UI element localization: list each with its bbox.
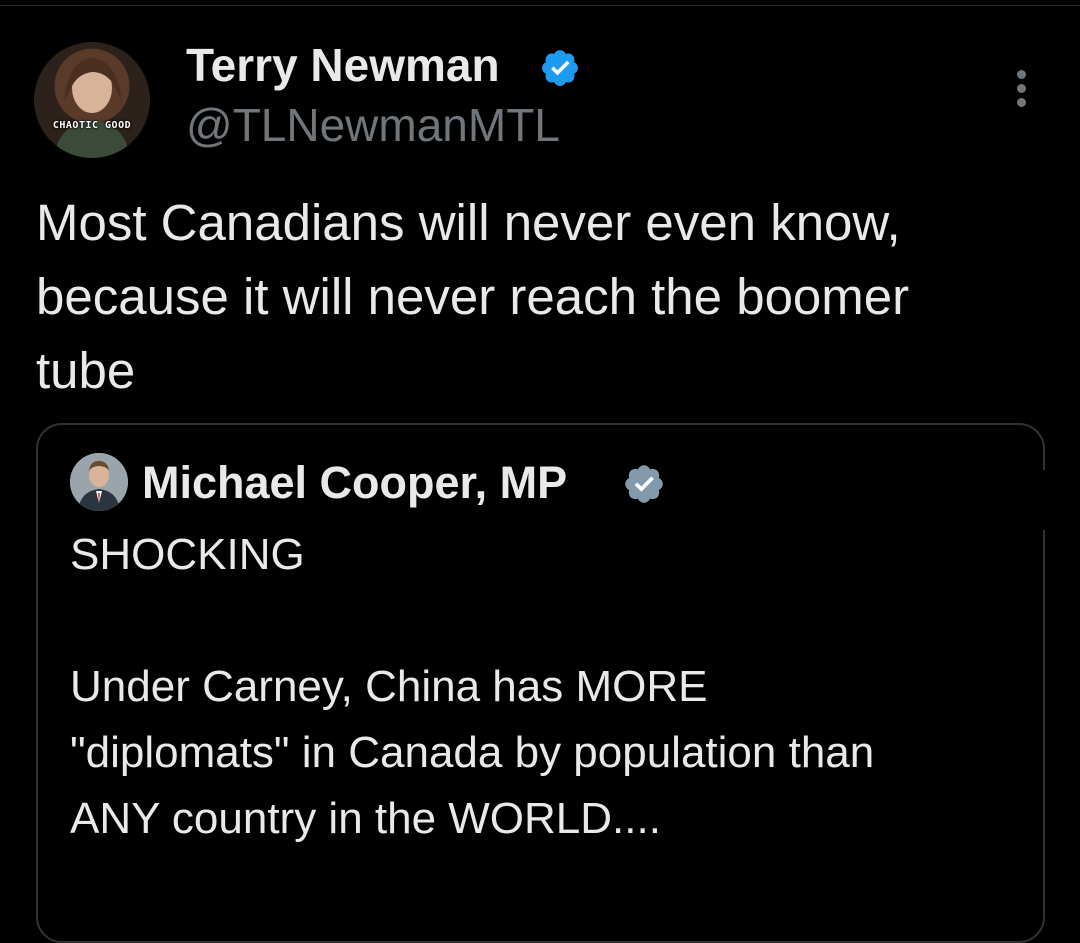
top-divider [0, 5, 1080, 6]
author-avatar[interactable]: CHAOTIC GOOD [34, 42, 150, 158]
tweet-text: Most Canadians will never even know, bec… [36, 194, 910, 399]
avatar-portrait [54, 58, 130, 158]
more-vertical-icon [1017, 70, 1026, 79]
quoted-author-display-name[interactable]: Michael Cooper, MP [142, 455, 567, 511]
author-display-name[interactable]: Terry Newman [186, 38, 500, 92]
verified-badge-icon [542, 50, 578, 86]
more-vertical-icon-dot [1017, 98, 1026, 107]
redacted-area [885, 470, 1045, 530]
verified-gray-badge-icon [625, 465, 663, 503]
more-options-button[interactable] [1004, 66, 1040, 110]
avatar-caption: CHAOTIC GOOD [52, 120, 132, 131]
quoted-author-avatar[interactable] [70, 453, 128, 511]
more-vertical-icon-dot [1017, 84, 1026, 93]
quoted-tweet-text: SHOCKING Under Carney, China has MORE "d… [70, 530, 875, 843]
author-handle[interactable]: @TLNewmanMTL [186, 98, 560, 152]
quoted-avatar-portrait [70, 453, 128, 511]
